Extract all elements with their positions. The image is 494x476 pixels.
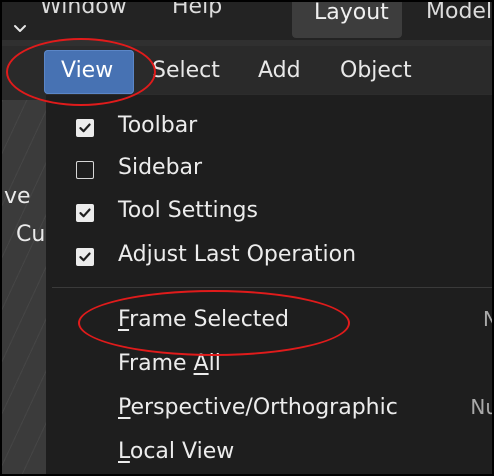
menu-item-adjust-last-operation[interactable]: Adjust Last Operation [46,236,492,276]
view-dropdown-menu: Toolbar Sidebar Tool Settings Adjust Las… [46,94,492,474]
menu-item-label: Toolbar [118,113,198,138]
chevron-down-icon[interactable] [12,20,28,36]
add-menu-button[interactable]: Add [258,58,301,83]
top-menubar: Window Help Layout Model [2,2,492,40]
object-menu-button[interactable]: Object [340,58,412,83]
app-window: Window Help Layout Model View Select Add… [0,0,494,476]
checkbox-checked-icon[interactable] [76,204,94,222]
workspace-tab-layout[interactable]: Layout [292,2,402,38]
menu-item-label-rest: erspective/Orthographic [130,395,398,420]
menu-item-label-rest: ocal View [129,439,235,464]
menu-item-shortcut: Nu [470,395,492,419]
checkbox-unchecked-icon[interactable] [76,161,94,179]
menu-item-label: Perspective/Orthographic [118,395,398,420]
menu-item-label: Tool Settings [118,198,258,223]
mnemonic-letter: L [118,439,130,464]
viewport-grid [2,100,46,474]
checkbox-checked-icon[interactable] [76,248,94,266]
menu-item-toolbar[interactable]: Toolbar [46,107,492,147]
menu-item-local-view[interactable]: Local View [46,433,492,473]
mnemonic-letter: P [118,395,131,420]
menu-item-shortcut: N [483,307,492,331]
menu-item-frame-selected[interactable]: Frame Selected N [46,301,492,341]
menu-separator [52,287,492,288]
menu-item-label-post: ll [208,351,221,376]
menu-item-frame-all[interactable]: Frame All [46,345,492,385]
menu-item-label: Sidebar [118,155,203,180]
checkbox-checked-icon[interactable] [76,119,94,137]
menu-item-label: Frame All [118,351,221,376]
workspace-tab-layout-label: Layout [314,2,389,25]
menu-item-perspective-orthographic[interactable]: Perspective/Orthographic Nu [46,389,492,429]
menu-item-label-rest: rame Selected [129,307,289,332]
menu-item-tool-settings[interactable]: Tool Settings [46,192,492,232]
menu-item-label: Local View [118,439,234,464]
mnemonic-letter: A [193,351,209,376]
menu-window[interactable]: Window [40,2,127,19]
menu-item-label-pre: Frame [118,351,194,376]
mnemonic-letter: F [118,307,130,332]
view-menu-button[interactable]: View [44,50,134,94]
viewport-partial-text: ve [4,184,31,209]
menu-item-sidebar[interactable]: Sidebar [46,149,492,189]
select-menu-button[interactable]: Select [152,58,220,83]
workspace-tab-model[interactable]: Model [426,2,492,24]
viewport-partial-text: Cu [16,222,46,247]
menu-item-label: Frame Selected [118,307,289,332]
menu-item-label: Adjust Last Operation [118,242,357,267]
menu-help[interactable]: Help [172,2,222,19]
view-menu-label: View [61,58,114,83]
3d-viewport[interactable]: ve Cu [2,100,46,474]
